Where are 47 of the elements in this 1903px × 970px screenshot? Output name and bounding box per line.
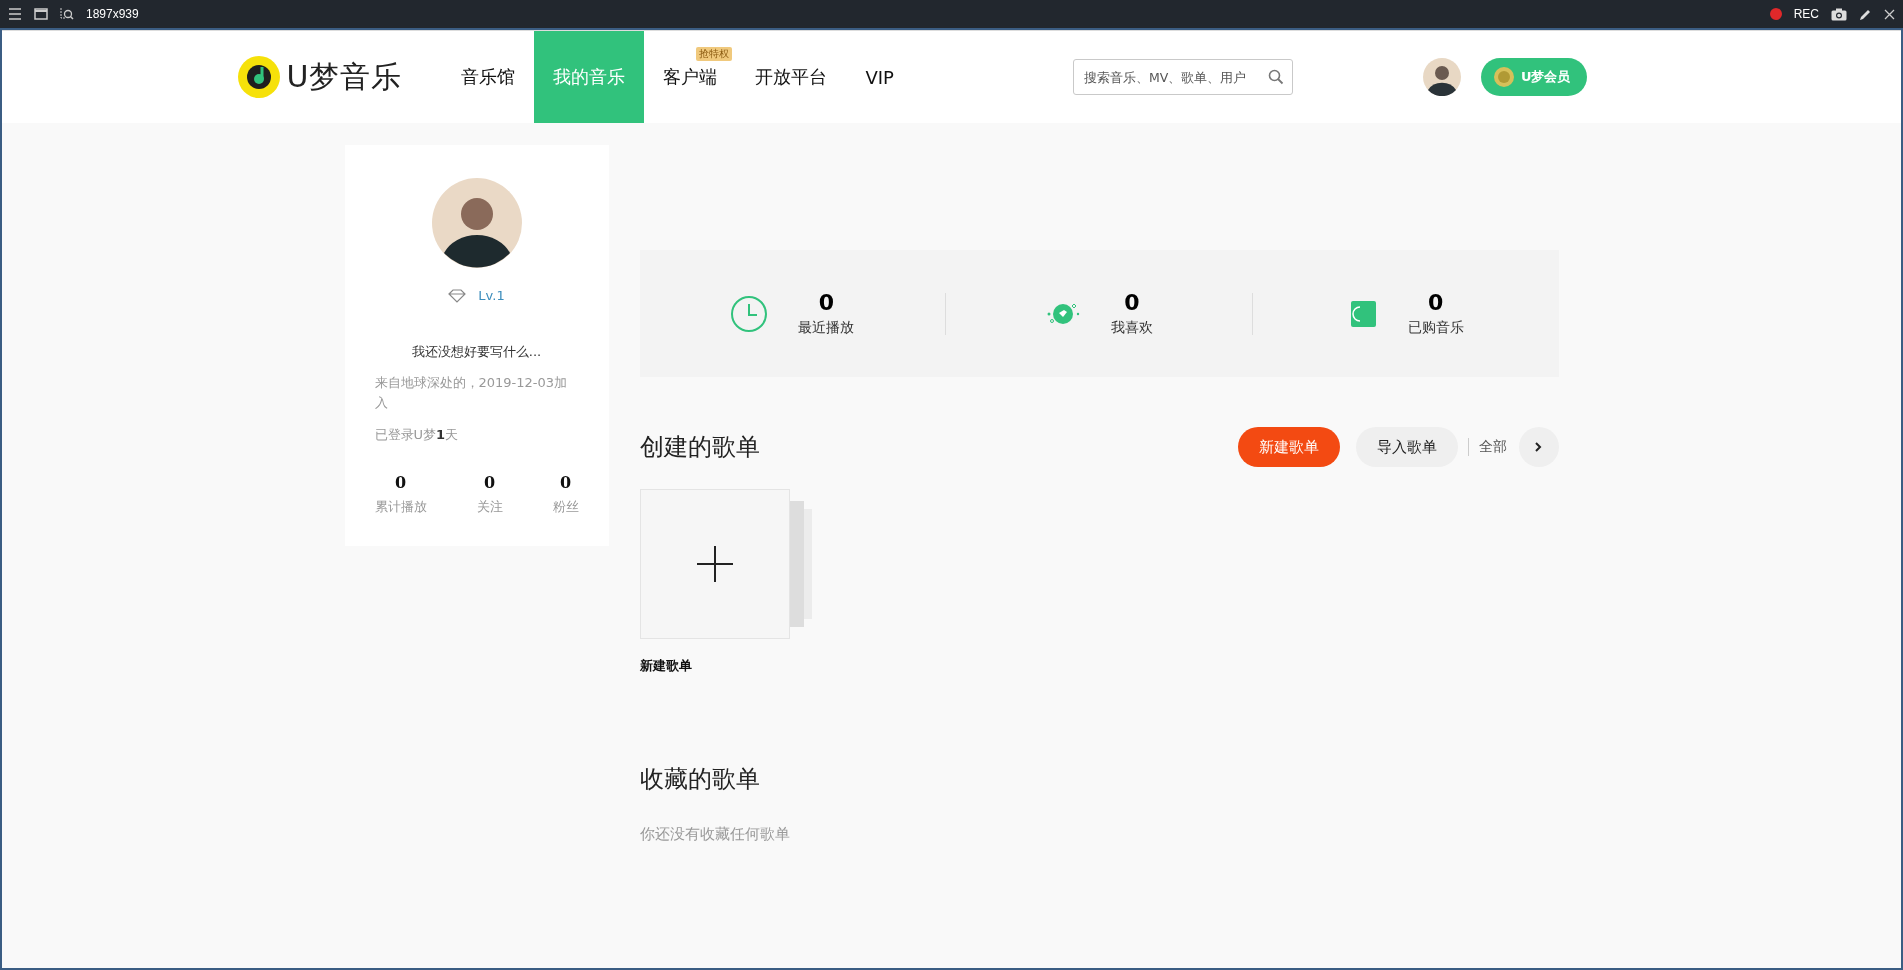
playlist-label[interactable]: 新建歌单 xyxy=(639,657,812,675)
import-playlist-button[interactable]: 导入歌单 xyxy=(1355,427,1458,467)
crop-search-icon[interactable] xyxy=(60,7,74,21)
new-playlist-button[interactable]: 新建歌单 xyxy=(1237,427,1340,467)
summary-count[interactable]: 0 xyxy=(1124,290,1140,315)
summary-count[interactable]: 0 xyxy=(1428,290,1444,315)
vip-badge-icon xyxy=(1492,66,1515,88)
pencil-icon[interactable] xyxy=(1859,7,1872,21)
menu-icon[interactable] xyxy=(8,8,22,20)
login-days: 已登录U梦1天 xyxy=(374,425,579,445)
profile-bio: 我还没想好要写什么... xyxy=(411,343,542,361)
summary-label[interactable]: 最近播放 xyxy=(798,319,855,337)
plus-icon xyxy=(696,546,733,582)
recording-size: 1897x939 xyxy=(86,7,139,21)
join-info: 来自地球深处的，2019-12-03加入 xyxy=(374,374,569,412)
nav-tab[interactable]: 客户端 xyxy=(644,65,737,89)
record-dot-icon xyxy=(1769,8,1782,20)
user-avatar[interactable] xyxy=(1422,58,1461,96)
camera-icon[interactable] xyxy=(1831,7,1847,21)
level-label: Lv.1 xyxy=(478,288,505,303)
nav-tab[interactable]: 开放平台 xyxy=(736,65,847,89)
summary-count[interactable]: 0 xyxy=(818,290,834,315)
rec-label: REC xyxy=(1793,7,1819,21)
search-field[interactable]: 搜索音乐、MV、歌单、用户 xyxy=(1072,59,1293,95)
logo-text: U梦音乐 xyxy=(286,57,403,96)
section-title: 创建的歌单 xyxy=(639,432,760,463)
window-icon[interactable] xyxy=(34,8,48,20)
logo-disc-icon xyxy=(236,55,281,99)
diamond-icon xyxy=(448,288,467,303)
nav-tab[interactable]: 音乐馆 xyxy=(442,65,535,89)
stat-value: 0 xyxy=(394,473,407,492)
summary-label[interactable]: 我喜欢 xyxy=(1111,319,1153,337)
chevron-right-icon xyxy=(1535,442,1542,452)
search-icon[interactable] xyxy=(1267,69,1284,85)
stat-label: 关注 xyxy=(476,498,503,516)
view-all-link[interactable]: 全部 xyxy=(1478,438,1507,456)
section-title: 收藏的歌单 xyxy=(639,764,761,795)
nav-tab[interactable]: VIP xyxy=(846,66,913,88)
empty-message: 你还没有收藏任何歌单 xyxy=(639,825,791,844)
stat-value: 0 xyxy=(559,473,572,492)
promo-badge: 抢特权 xyxy=(696,47,733,61)
stat-label: 累计播放 xyxy=(374,498,427,516)
stat-label: 粉丝 xyxy=(552,498,579,516)
summary-label[interactable]: 已购音乐 xyxy=(1407,319,1464,337)
close-icon[interactable] xyxy=(1884,8,1895,20)
new-playlist-tile[interactable] xyxy=(639,489,812,639)
stat-value: 0 xyxy=(483,473,496,492)
